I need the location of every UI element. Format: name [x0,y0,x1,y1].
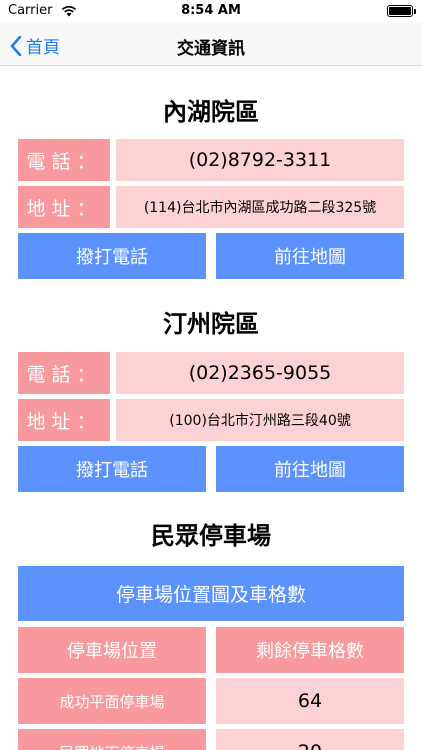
parking-section-title: 民眾停車場 [151,522,271,550]
neihu-map-button[interactable]: 前往地圖 [216,233,404,279]
tingzhou-section-title: 汀州院區 [163,310,259,338]
parking-col-location-header: 停車場位置 [18,627,206,673]
neihu-address-value: (114)台北市內湖區成功路二段325號 [116,186,404,228]
tingzhou-address-label: 地址： [18,399,110,441]
navigation-bar: 首頁 交通資訊 [0,22,422,66]
parking-row-name: 民眾地下停車場 [18,729,206,750]
neihu-phone-value: (02)8792-3311 [116,139,404,181]
parking-col-remaining-header: 剩餘停車格數 [216,627,404,673]
status-time: 8:54 AM [181,3,241,18]
neihu-address-label: 地址： [18,186,110,228]
neihu-phone-label: 電話： [18,139,110,181]
tingzhou-phone-row: 電話： (02)2365-9055 [18,352,404,394]
status-bar: Carrier 8:54 AM [0,0,422,22]
parking-row-name: 成功平面停車場 [18,678,206,724]
tingzhou-map-button[interactable]: 前往地圖 [216,446,404,492]
tingzhou-phone-label: 電話： [18,352,110,394]
neihu-phone-row: 電話： (02)8792-3311 [18,139,404,181]
tingzhou-phone-value: (02)2365-9055 [116,352,404,394]
tingzhou-call-button[interactable]: 撥打電話 [18,446,206,492]
parking-map-button[interactable]: 停車場位置圖及車格數 [18,566,404,621]
battery-icon [387,5,416,17]
neihu-section-title: 內湖院區 [163,98,259,126]
parking-row-count: 64 [216,678,404,724]
parking-row-count: 20 [216,729,404,750]
neihu-address-row: 地址： (114)台北市內湖區成功路二段325號 [18,186,404,228]
tingzhou-address-row: 地址： (100)台北市汀州路三段40號 [18,399,404,441]
tingzhou-address-value: (100)台北市汀州路三段40號 [116,399,404,441]
page-title: 交通資訊 [177,39,245,59]
neihu-call-button[interactable]: 撥打電話 [18,233,206,279]
